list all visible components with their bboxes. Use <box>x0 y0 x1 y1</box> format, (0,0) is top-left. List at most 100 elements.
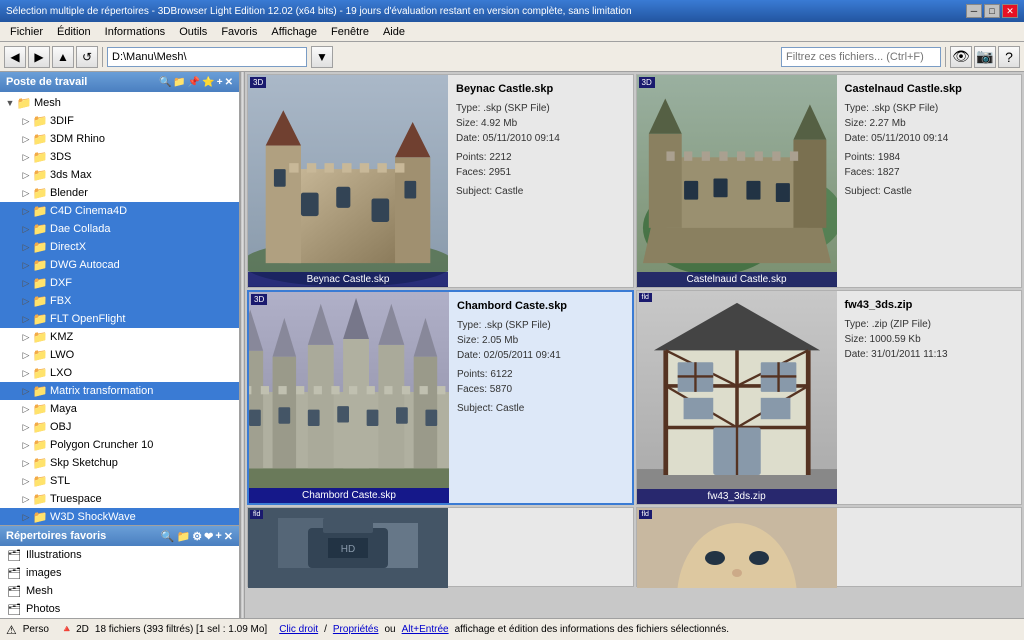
forward-button[interactable]: ▶ <box>28 46 50 68</box>
tree-item-dae[interactable]: ▷ 📁 Dae Collada <box>0 220 239 238</box>
fav-icon-add[interactable]: 🔍 <box>161 530 175 543</box>
fav-item-mesh[interactable]: 🗂 Mesh <box>0 582 239 600</box>
help-button[interactable]: ? <box>998 46 1020 68</box>
expand-icon[interactable]: ▷ <box>20 421 32 433</box>
star-icon[interactable]: ⭐ <box>202 77 214 88</box>
tree-item-skp[interactable]: ▷ 📁 Skp Sketchup <box>0 454 239 472</box>
main-layout: Poste de travail 🔍 📁 📌 ⭐ + ✕ ▼ 📁 Mesh <box>0 72 1024 618</box>
tree-item-flt[interactable]: ▷ 📁 FLT OpenFlight <box>0 310 239 328</box>
tree-item-directx[interactable]: ▷ 📁 DirectX <box>0 238 239 256</box>
minimize-button[interactable]: ─ <box>966 4 982 18</box>
fav-icon-close[interactable]: ✕ <box>224 530 233 543</box>
tree-item-polygon[interactable]: ▷ 📁 Polygon Cruncher 10 <box>0 436 239 454</box>
file-card-chambord[interactable]: 3D Chambord Caste.skp Chambord Caste.skp… <box>247 290 634 506</box>
thumbnails-grid[interactable]: 3D Beynac Castle.skp Beynac Castle.skp T… <box>245 72 1024 618</box>
search-icon[interactable]: 🔍 <box>159 77 171 88</box>
close-button[interactable]: ✕ <box>1002 4 1018 18</box>
fav-icon-folder[interactable]: 📁 <box>177 530 191 543</box>
menu-fichier[interactable]: Fichier <box>4 24 49 40</box>
tree-item-lxo[interactable]: ▷ 📁 LXO <box>0 364 239 382</box>
status-right-click[interactable]: Clic droit <box>279 624 318 635</box>
pin-icon[interactable]: 📌 <box>188 77 200 88</box>
expand-icon[interactable]: ▼ <box>4 97 16 109</box>
menu-fenetre[interactable]: Fenêtre <box>325 24 375 40</box>
menu-edition[interactable]: Édition <box>51 24 97 40</box>
tree-item-lwo[interactable]: ▷ 📁 LWO <box>0 346 239 364</box>
tree-item-kmz[interactable]: ▷ 📁 KMZ <box>0 328 239 346</box>
menu-outils[interactable]: Outils <box>173 24 213 40</box>
camera-button[interactable]: 📷 <box>974 46 996 68</box>
fav-item-illustrations[interactable]: 🗂 Illustrations <box>0 546 239 564</box>
path-input[interactable]: D:\Manu\Mesh\ <box>107 47 307 67</box>
expand-icon[interactable]: ▷ <box>20 385 32 397</box>
tree-item-w3d[interactable]: ▷ 📁 W3D ShockWave <box>0 508 239 525</box>
thumb-badge: fld <box>639 293 652 302</box>
expand-icon[interactable]: ▷ <box>20 475 32 487</box>
up-button[interactable]: ▲ <box>52 46 74 68</box>
fav-item-images[interactable]: 🗂 images <box>0 564 239 582</box>
fav-icon-settings[interactable]: ⚙ <box>192 530 202 543</box>
expand-icon[interactable]: ▷ <box>20 439 32 451</box>
menu-informations[interactable]: Informations <box>99 24 172 40</box>
tree-item-3dif[interactable]: ▷ 📁 3DIF <box>0 112 239 130</box>
fav-item-photos[interactable]: 🗂 Photos <box>0 600 239 618</box>
tree-item-fbx[interactable]: ▷ 📁 FBX <box>0 292 239 310</box>
workpanel-header: Poste de travail 🔍 📁 📌 ⭐ + ✕ <box>0 72 239 92</box>
refresh-button[interactable]: ↺ <box>76 46 98 68</box>
expand-icon[interactable]: ▷ <box>20 205 32 217</box>
folder-new-icon[interactable]: 📁 <box>173 77 185 88</box>
expand-icon[interactable]: ▷ <box>20 367 32 379</box>
expand-icon[interactable]: ▷ <box>20 331 32 343</box>
menu-favoris[interactable]: Favoris <box>215 24 263 40</box>
file-card-partial1[interactable]: HD fld <box>247 507 634 587</box>
menu-aide[interactable]: Aide <box>377 24 411 40</box>
file-card-beynac[interactable]: 3D Beynac Castle.skp Beynac Castle.skp T… <box>247 74 634 288</box>
expand-icon[interactable]: ▷ <box>20 133 32 145</box>
plus-icon[interactable]: + <box>217 77 223 88</box>
expand-icon[interactable]: ▷ <box>20 151 32 163</box>
close-panel-icon[interactable]: ✕ <box>225 77 233 88</box>
expand-icon[interactable]: ▷ <box>20 511 32 523</box>
expand-icon[interactable]: ▷ <box>20 277 32 289</box>
tree-item-maya[interactable]: ▷ 📁 Maya <box>0 400 239 418</box>
tree-container[interactable]: ▼ 📁 Mesh ▷ 📁 3DIF ▷ 📁 3DM Rhino ▷ 📁 <box>0 92 239 525</box>
tree-item-matrix[interactable]: ▷ 📁 Matrix transformation <box>0 382 239 400</box>
expand-icon[interactable]: ▷ <box>20 187 32 199</box>
tree-item-stl[interactable]: ▷ 📁 STL <box>0 472 239 490</box>
tree-item-dwg[interactable]: ▷ 📁 DWG Autocad <box>0 256 239 274</box>
tree-item-3ds[interactable]: ▷ 📁 3DS <box>0 148 239 166</box>
expand-icon[interactable]: ▷ <box>20 313 32 325</box>
expand-icon[interactable]: ▷ <box>20 457 32 469</box>
file-card-fw43[interactable]: fld fw43_3ds.zip fw43_3ds.zip Type: .zip… <box>636 290 1023 506</box>
tree-item-dxf[interactable]: ▷ 📁 DXF <box>0 274 239 292</box>
fav-icon-heart[interactable]: ❤ <box>204 530 213 543</box>
view-button[interactable]: 👁 <box>950 46 972 68</box>
tree-item-truespace[interactable]: ▷ 📁 Truespace <box>0 490 239 508</box>
expand-icon[interactable]: ▷ <box>20 115 32 127</box>
filter-input[interactable] <box>781 47 941 67</box>
tree-item-3dsmax[interactable]: ▷ 📁 3ds Max <box>0 166 239 184</box>
expand-icon[interactable]: ▷ <box>20 295 32 307</box>
maximize-button[interactable]: □ <box>984 4 1000 18</box>
status-properties[interactable]: Propriétés <box>333 624 379 635</box>
tree-item-root[interactable]: ▼ 📁 Mesh <box>0 94 239 112</box>
menu-affichage[interactable]: Affichage <box>265 24 323 40</box>
status-alt-enter[interactable]: Alt+Entrée <box>402 624 449 635</box>
tree-item-blender[interactable]: ▷ 📁 Blender <box>0 184 239 202</box>
tree-item-c4d[interactable]: ▷ 📁 C4D Cinema4D <box>0 202 239 220</box>
path-dropdown[interactable]: ▼ <box>311 46 333 68</box>
expand-icon[interactable]: ▷ <box>20 403 32 415</box>
expand-icon[interactable]: ▷ <box>20 349 32 361</box>
fav-icon-plus[interactable]: + <box>215 530 221 543</box>
tree-item-obj[interactable]: ▷ 📁 OBJ <box>0 418 239 436</box>
expand-icon[interactable]: ▷ <box>20 241 32 253</box>
expand-icon[interactable]: ▷ <box>20 259 32 271</box>
tree-item-3dmrhino[interactable]: ▷ 📁 3DM Rhino <box>0 130 239 148</box>
expand-icon[interactable]: ▷ <box>20 493 32 505</box>
file-card-castelnaud[interactable]: 3D Castelnaud Castle.skp Castelnaud Cast… <box>636 74 1023 288</box>
folder-icon: 📁 <box>32 221 48 237</box>
expand-icon[interactable]: ▷ <box>20 169 32 181</box>
back-button[interactable]: ◀ <box>4 46 26 68</box>
file-card-partial2[interactable]: fld <box>636 507 1023 587</box>
expand-icon[interactable]: ▷ <box>20 223 32 235</box>
